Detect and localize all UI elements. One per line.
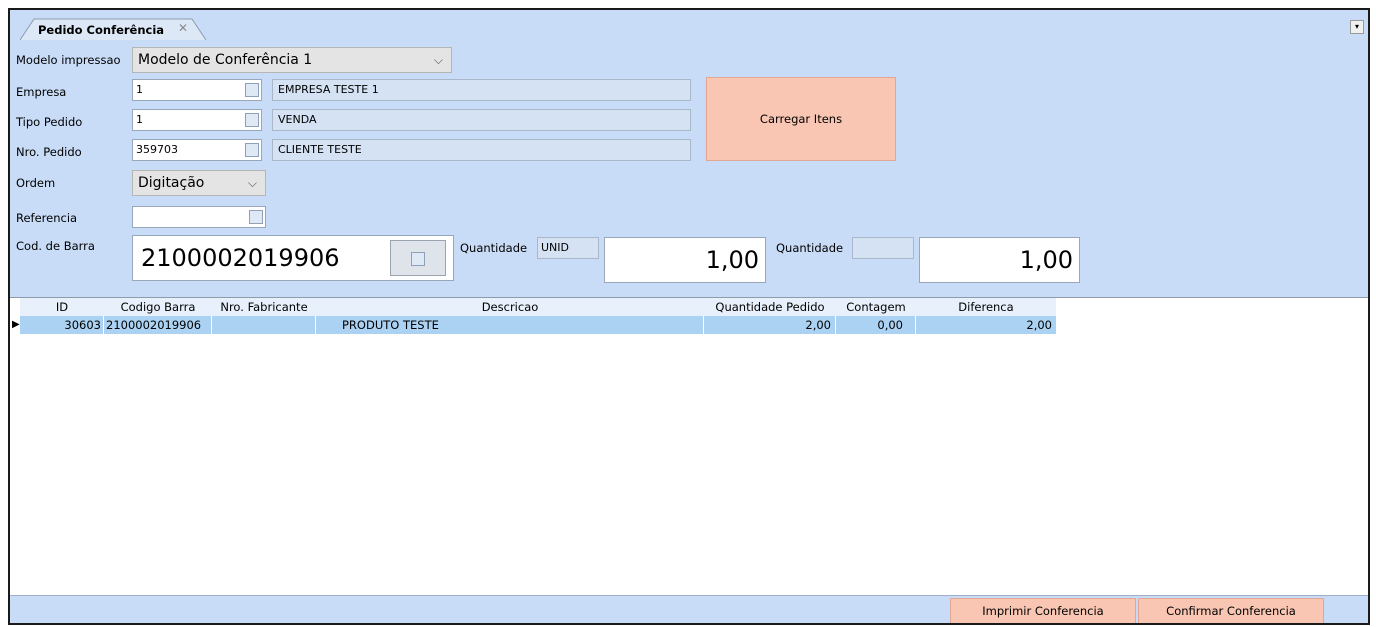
imprimir-conferencia-button[interactable]: Imprimir Conferencia [950, 598, 1136, 623]
referencia-input[interactable] [132, 206, 266, 228]
search-icon[interactable] [245, 83, 259, 97]
empresa-code: 1 [136, 83, 143, 96]
cell-contagem: 0,00 [836, 316, 916, 334]
empresa-label: Empresa [16, 85, 67, 99]
referencia-label: Referencia [16, 211, 78, 225]
table-row[interactable]: 30603 2100002019906 PRODUTO TESTE 2,00 0… [20, 316, 1056, 334]
window-menu-button[interactable]: ▾ [1350, 20, 1364, 34]
search-icon[interactable] [249, 210, 263, 224]
cell-diferenca: 2,00 [1026, 318, 1052, 332]
close-icon[interactable]: ✕ [178, 21, 188, 35]
tab-title: Pedido Conferência [38, 23, 165, 37]
chevron-down-icon: ⌵ [433, 53, 443, 67]
modelo-value: Modelo de Conferência 1 [138, 52, 313, 68]
qty2-value: 1,00 [1019, 246, 1073, 274]
nro-name-field: CLIENTE TESTE [272, 139, 691, 161]
nro-code: 359703 [136, 143, 178, 156]
cell-codigo-barra: 2100002019906 [104, 316, 212, 334]
column-header-descricao[interactable]: Descricao [316, 298, 704, 316]
qty1-input[interactable]: 1,00 [604, 237, 766, 283]
ordem-label: Ordem [16, 176, 56, 190]
items-grid[interactable]: ID Codigo Barra Nro. Fabricante Descrica… [10, 297, 1368, 596]
row-pointer-icon: ▶ [12, 319, 20, 330]
tipo-label: Tipo Pedido [16, 115, 83, 129]
ordem-select[interactable]: Digitação ⌵ [132, 170, 266, 196]
column-header-nro-fabricante[interactable]: Nro. Fabricante [212, 298, 316, 316]
cell-quantidade-pedido: 2,00 [704, 316, 836, 334]
empresa-name-field: EMPRESA TESTE 1 [272, 79, 691, 101]
modelo-select[interactable]: Modelo de Conferência 1 ⌵ [132, 47, 452, 73]
tab-pedido-conferencia[interactable]: Pedido Conferência ✕ [20, 18, 206, 40]
cell-nro-fabricante [212, 316, 316, 334]
chevron-down-icon: ⌵ [247, 176, 257, 190]
qty1-unit-field: UNID [537, 237, 599, 259]
barcode-label: Cod. de Barra [16, 239, 95, 253]
barcode-value: 2100002019906 [141, 244, 340, 272]
column-header-codigo-barra[interactable]: Codigo Barra [104, 298, 212, 316]
qty2-input[interactable]: 1,00 [919, 237, 1080, 283]
search-icon[interactable] [245, 113, 259, 127]
empresa-code-input[interactable]: 1 [132, 79, 262, 101]
search-icon [411, 252, 425, 266]
column-header-id[interactable]: ID [20, 298, 104, 316]
window-frame: Pedido Conferência ✕ ▾ Modelo impressao … [8, 8, 1370, 625]
tipo-code-input[interactable]: 1 [132, 109, 262, 131]
column-header-quantidade-pedido[interactable]: Quantidade Pedido [704, 298, 836, 316]
qty2-label: Quantidade [776, 241, 844, 255]
qty1-label: Quantidade [460, 241, 528, 255]
chevron-down-icon: ▾ [1354, 22, 1359, 31]
column-header-diferenca[interactable]: Diferenca [916, 298, 1056, 316]
tipo-name-field: VENDA [272, 109, 691, 131]
qty2-unit-field [852, 237, 914, 259]
search-icon[interactable] [245, 143, 259, 157]
cell-descricao: PRODUTO TESTE [316, 316, 704, 334]
nro-code-input[interactable]: 359703 [132, 139, 262, 161]
confirmar-conferencia-button[interactable]: Confirmar Conferencia [1138, 598, 1324, 623]
modelo-label: Modelo impressao [16, 53, 121, 67]
ordem-value: Digitação [138, 175, 205, 191]
barcode-search-button[interactable] [390, 240, 446, 276]
carregar-itens-button[interactable]: Carregar Itens [706, 77, 896, 161]
tipo-code: 1 [136, 113, 143, 126]
cell-id: 30603 [20, 316, 104, 334]
nro-label: Nro. Pedido [16, 145, 82, 159]
column-header-contagem[interactable]: Contagem [836, 298, 916, 316]
qty1-value: 1,00 [705, 246, 759, 274]
footer-bar: Imprimir Conferencia Confirmar Conferenc… [10, 595, 1368, 623]
